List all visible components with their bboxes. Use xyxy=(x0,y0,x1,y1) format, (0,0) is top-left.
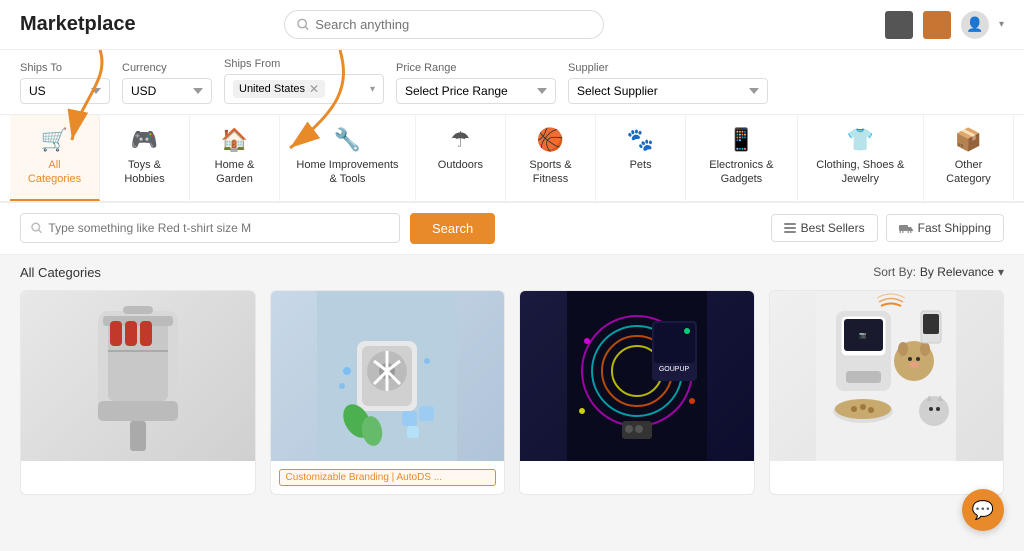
product-image-4: 📷 xyxy=(770,291,1004,461)
pets-icon: 🐾 xyxy=(627,127,654,153)
category-item-clothing[interactable]: 👕 Clothing, Shoes & Jewelry xyxy=(798,115,924,201)
umbrella-icon: ☂ xyxy=(451,127,471,153)
sort-buttons: Best Sellers Fast Shipping xyxy=(771,214,1004,242)
basketball-icon: 🏀 xyxy=(537,127,564,153)
ships-to-select[interactable]: US xyxy=(20,78,110,104)
content-title: All Categories xyxy=(20,265,101,280)
product-badge-2: Customizable Branding | AutoDS ... xyxy=(279,469,497,486)
ships-to-label: Ships To xyxy=(20,62,110,74)
phone-icon: 📱 xyxy=(728,127,755,153)
product-info-4 xyxy=(770,461,1004,477)
product-card-1[interactable] xyxy=(20,290,256,495)
header: Marketplace 👤 ▾ xyxy=(0,0,1024,50)
cart-icon: 🛒 xyxy=(41,127,68,153)
category-label-pets: Pets xyxy=(630,158,652,172)
search-icon xyxy=(297,18,309,31)
chat-bubble-button[interactable]: 💬 xyxy=(962,489,1004,531)
header-search-input[interactable] xyxy=(315,17,591,32)
product-search-input[interactable] xyxy=(48,221,389,235)
product-search-row: Search Best Sellers Fast Shipping xyxy=(0,203,1024,255)
ships-from-chevron-icon: ▾ xyxy=(370,84,375,95)
filters-bar: Ships To US Currency USD Ships From Unit… xyxy=(0,50,1024,115)
product-card-4[interactable]: 📷 xyxy=(769,290,1005,495)
category-label-improvements: Home Improvements & Tools xyxy=(294,158,401,187)
product-card-2[interactable]: Customizable Branding | AutoDS ... xyxy=(270,290,506,495)
category-item-toys[interactable]: 🎮 Toys & Hobbies xyxy=(100,115,190,201)
ships-to-filter: Ships To US xyxy=(20,62,110,104)
best-sellers-button[interactable]: Best Sellers xyxy=(771,214,878,242)
header-search-bar[interactable] xyxy=(284,10,604,39)
category-item-home[interactable]: 🏠 Home & Garden xyxy=(190,115,280,201)
currency-select[interactable]: USD xyxy=(122,78,212,104)
list-icon xyxy=(784,222,796,234)
fast-shipping-button[interactable]: Fast Shipping xyxy=(886,214,1004,242)
category-label-outdoors: Outdoors xyxy=(438,158,483,172)
logo: Marketplace xyxy=(20,13,136,36)
ships-from-label: Ships From xyxy=(224,58,384,70)
category-label-sports: Sports & Fitness xyxy=(520,158,581,187)
category-item-sports[interactable]: 🏀 Sports & Fitness xyxy=(506,115,596,201)
pet-feeder-svg: 📷 xyxy=(816,291,956,461)
search-icon-small xyxy=(31,222,42,234)
supplier-label: Supplier xyxy=(568,62,768,74)
chevron-down-icon[interactable]: ▾ xyxy=(999,19,1004,30)
cooler-bag-svg xyxy=(68,291,208,461)
fan-svg xyxy=(317,291,457,461)
price-range-filter: Price Range Select Price Range xyxy=(396,62,556,104)
led-svg: GOUPUP xyxy=(567,291,707,461)
category-item-outdoors[interactable]: ☂ Outdoors xyxy=(416,115,506,201)
ships-from-filter: Ships From United States ✕ ▾ xyxy=(224,58,384,104)
content-header: All Categories Sort By: By Relevance ▾ xyxy=(20,265,1004,280)
shirt-icon: 👕 xyxy=(847,127,874,153)
main-content: All Categories Sort By: By Relevance ▾ xyxy=(0,255,1024,505)
gamepad-icon: 🎮 xyxy=(131,127,158,153)
search-button[interactable]: Search xyxy=(410,213,495,244)
supplier-select[interactable]: Select Supplier xyxy=(568,78,768,104)
svg-text:GOUPUP: GOUPUP xyxy=(659,366,690,373)
category-item-other[interactable]: 📦 Other Category xyxy=(924,115,1014,201)
category-label-toys: Toys & Hobbies xyxy=(114,158,175,187)
product-card-3[interactable]: GOUPUP xyxy=(519,290,755,495)
category-item-improvements[interactable]: 🔧 Home Improvements & Tools xyxy=(280,115,416,201)
product-image-3: GOUPUP xyxy=(520,291,754,461)
category-label-home: Home & Garden xyxy=(204,158,265,187)
product-search-box[interactable] xyxy=(20,213,400,243)
category-label-clothing: Clothing, Shoes & Jewelry xyxy=(812,158,909,187)
dark-color-box[interactable] xyxy=(885,11,913,39)
category-label-other: Other Category xyxy=(938,158,999,187)
category-label-all: All Categories xyxy=(24,158,85,187)
orange-color-box[interactable] xyxy=(923,11,951,39)
product-info-3 xyxy=(520,461,754,477)
categories-bar: 🛒 All Categories 🎮 Toys & Hobbies 🏠 Home… xyxy=(0,115,1024,203)
sort-by: Sort By: By Relevance ▾ xyxy=(873,265,1004,279)
category-item-electronics[interactable]: 📱 Electronics & Gadgets xyxy=(686,115,798,201)
ships-from-input[interactable]: United States ✕ ▾ xyxy=(224,74,384,104)
category-item-all[interactable]: 🛒 All Categories xyxy=(10,115,100,201)
sort-chevron-icon: ▾ xyxy=(998,265,1004,279)
price-range-select[interactable]: Select Price Range xyxy=(396,78,556,104)
avatar[interactable]: 👤 xyxy=(961,11,989,39)
truck-icon xyxy=(899,223,913,233)
header-right: 👤 ▾ xyxy=(885,11,1004,39)
supplier-filter: Supplier Select Supplier xyxy=(568,62,768,104)
category-item-pets[interactable]: 🐾 Pets xyxy=(596,115,686,201)
tools-icon: 🔧 xyxy=(334,127,361,153)
product-image-1 xyxy=(21,291,255,461)
svg-text:📷: 📷 xyxy=(860,332,868,339)
currency-label: Currency xyxy=(122,62,212,74)
price-range-label: Price Range xyxy=(396,62,556,74)
category-label-electronics: Electronics & Gadgets xyxy=(700,158,783,187)
currency-filter: Currency USD xyxy=(122,62,212,104)
products-grid: Customizable Branding | AutoDS ... xyxy=(20,290,1004,495)
ships-from-tag: United States ✕ xyxy=(233,80,325,98)
product-info-2: Customizable Branding | AutoDS ... xyxy=(271,461,505,494)
product-info-1 xyxy=(21,461,255,477)
box-icon: 📦 xyxy=(955,127,982,153)
product-image-2 xyxy=(271,291,505,461)
remove-tag-button[interactable]: ✕ xyxy=(309,82,319,96)
home-icon: 🏠 xyxy=(221,127,248,153)
